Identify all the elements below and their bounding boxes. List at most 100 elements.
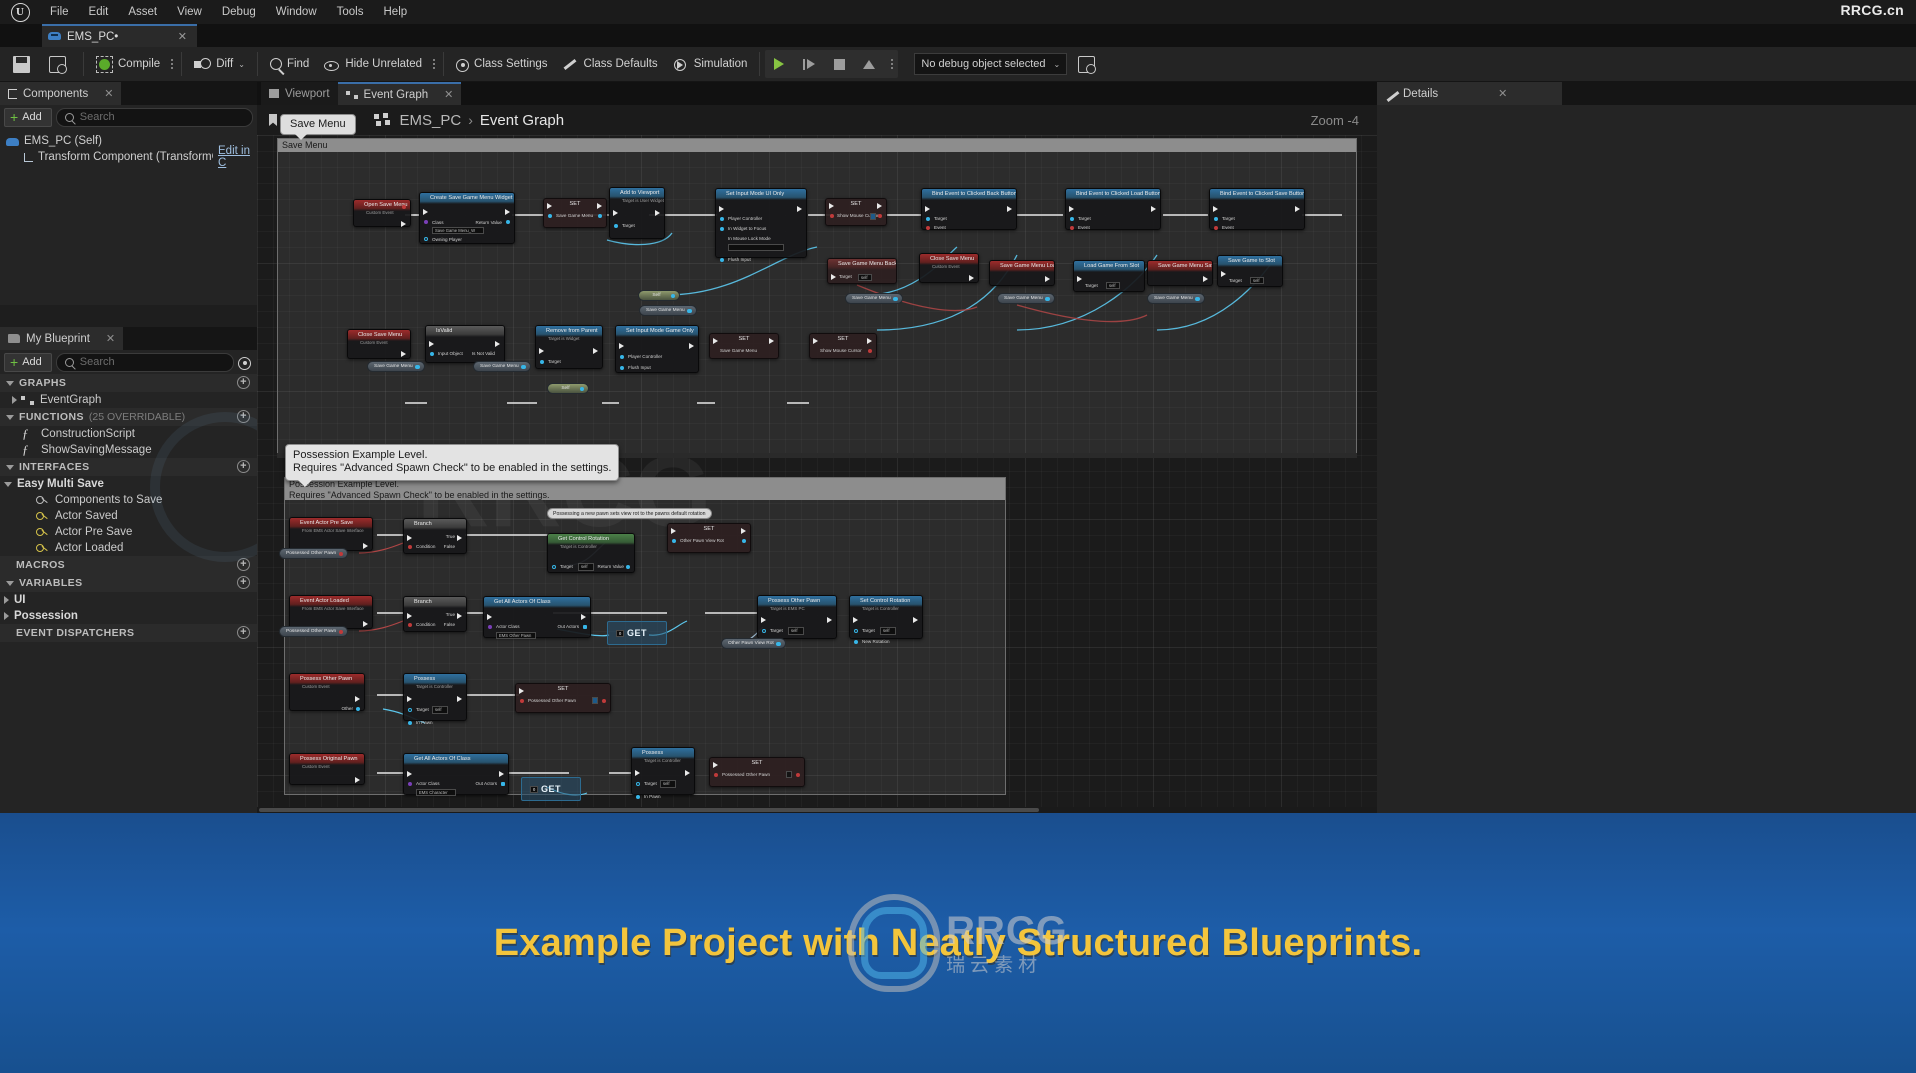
exec-out-pin[interactable] (797, 206, 802, 212)
add-macro-button[interactable]: + (237, 558, 250, 571)
exec-out-pin[interactable] (363, 543, 368, 549)
class-pin-dot[interactable] (424, 220, 429, 225)
node-possess-other-pawn[interactable]: Possess Other Pawn Target is EMS PC Targ… (757, 595, 837, 645)
variable-pill-save-game-menu[interactable]: Save Game Menu (1147, 293, 1205, 304)
exec-out-pin[interactable] (1295, 206, 1300, 212)
exec-out-pin[interactable] (1007, 206, 1012, 212)
node-set-control-rotation[interactable]: Set Control Rotation Target is Controlle… (849, 595, 923, 645)
value-out-pin-dot[interactable] (741, 539, 746, 544)
close-icon[interactable]: ✕ (106, 332, 115, 345)
pill-pin-dot[interactable] (338, 630, 344, 635)
node-get-all-actors-of-class-1[interactable]: Get All Actors Of Class Actor Class EMS … (483, 596, 591, 639)
graph-annotation-possessing-pawn[interactable]: Possessing a new pawn sets view rot to t… (547, 508, 712, 519)
step-button[interactable] (797, 50, 827, 78)
variable-pill-save-game-menu[interactable]: Save Game Menu (997, 293, 1055, 304)
node-close-save-menu-2[interactable]: Close Save Menu Custom Event (347, 329, 411, 359)
components-add-button[interactable]: + Add (4, 107, 52, 127)
variable-pill-other-pawn-view-rot[interactable]: Other Pawn View Rot (721, 638, 786, 649)
debug-browse-button[interactable] (1071, 50, 1107, 78)
mouse-lock-mode-value[interactable] (728, 244, 784, 251)
exec-out-pin[interactable] (1203, 276, 1208, 282)
exec-out-pin[interactable] (457, 696, 462, 702)
target-pin-dot[interactable] (1214, 217, 1219, 222)
target-value[interactable]: self (1106, 282, 1120, 289)
bool-checkbox[interactable] (870, 213, 876, 220)
exec-out-pin[interactable] (867, 338, 872, 344)
target-pin-dot[interactable] (614, 224, 619, 229)
node-possess-1[interactable]: Possess Target is Controller Target self… (403, 673, 467, 726)
exec-in-pin[interactable] (829, 203, 834, 209)
return-value-pin-dot[interactable] (625, 565, 630, 570)
node-save-game-to-slot[interactable]: Save Game to Slot Target self (1217, 255, 1283, 287)
tab-components[interactable]: Components ✕ (0, 82, 122, 105)
exec-in-pin[interactable] (1213, 206, 1218, 212)
menu-asset[interactable]: Asset (118, 0, 167, 24)
actor-class-value[interactable]: EMS Other Pawn (496, 632, 536, 639)
pill-pin-dot[interactable] (579, 387, 584, 392)
node-set-possessed-other-pawn-1[interactable]: SET Possessed Other Pawn (515, 683, 611, 713)
variable-pill-save-game-menu[interactable]: Save Game Menu (639, 305, 697, 316)
node-branch-2[interactable]: Branch True Condition False (403, 596, 467, 632)
exec-out-pin[interactable] (355, 777, 360, 783)
close-icon[interactable]: ✕ (1498, 87, 1507, 100)
exec-out-pin[interactable] (581, 614, 586, 620)
exec-in-pin[interactable] (813, 338, 818, 344)
hide-unrelated-options-button[interactable] (429, 51, 438, 77)
in-widget-pin-dot[interactable] (720, 227, 725, 232)
value-in-pin-dot[interactable] (548, 214, 553, 219)
variable-pill-save-game-menu[interactable]: Save Game Menu (845, 293, 903, 304)
close-icon[interactable]: ✕ (104, 87, 113, 100)
other-pin-dot[interactable] (355, 707, 360, 712)
pill-pin-dot[interactable] (687, 309, 692, 314)
pill-pin-dot[interactable] (776, 642, 781, 647)
target-value[interactable]: self (432, 706, 448, 714)
bool-checkbox[interactable] (786, 771, 792, 778)
exec-out-pin[interactable] (655, 210, 660, 216)
menu-file[interactable]: File (40, 0, 79, 24)
node-event-actor-loaded[interactable]: Event Actor Loaded From EMS Actor Save I… (289, 595, 373, 629)
value-out-pin-dot[interactable] (597, 214, 602, 219)
node-save-game-menu-back[interactable]: Save Game Menu Back Target self (827, 258, 897, 284)
asset-tab-ems-pc[interactable]: EMS_PC• ✕ (42, 24, 197, 47)
node-create-save-game-menu-widget[interactable]: Create Save Game Menu Widget Class Save … (419, 192, 515, 244)
actor-class-pin-dot[interactable] (488, 625, 493, 630)
node-get-all-actors-of-class-2[interactable]: Get All Actors Of Class Actor Class EMS … (403, 753, 509, 796)
exec-in-pin[interactable] (1077, 276, 1082, 282)
variable-pill-save-game-menu[interactable]: Save Game Menu (367, 361, 425, 372)
hide-unrelated-button[interactable]: Hide Unrelated (316, 50, 429, 78)
target-pin-dot[interactable] (408, 708, 413, 713)
target-pin-dot[interactable] (636, 782, 641, 787)
exec-out-pin[interactable] (355, 696, 360, 702)
node-set-save-game-menu-2[interactable]: SET Save Game Menu (709, 333, 779, 359)
unreal-engine-logo-icon[interactable]: U (0, 0, 40, 24)
menu-window[interactable]: Window (266, 0, 327, 24)
close-icon[interactable]: ✕ (444, 88, 453, 101)
exec-out-pin[interactable] (1151, 206, 1156, 212)
node-set-show-mouse-cursor[interactable]: SET Show Mouse Cursor (825, 198, 887, 226)
exec-in-pin[interactable] (407, 535, 412, 541)
compile-options-button[interactable] (167, 51, 176, 77)
play-button[interactable] (767, 50, 797, 78)
actor-class-value[interactable]: EMS Character (416, 789, 456, 796)
exec-in-pin[interactable] (671, 528, 676, 534)
node-set-save-game-menu[interactable]: SET Save Game Menu (543, 198, 607, 228)
event-pin-dot[interactable] (1070, 226, 1075, 231)
target-pin-dot[interactable] (552, 565, 557, 570)
return-value-pin-dot[interactable] (505, 220, 510, 225)
exec-in-pin[interactable] (713, 338, 718, 344)
exec-out-pin[interactable] (363, 621, 368, 627)
variable-pill-self[interactable]: Self (547, 383, 589, 394)
exec-out-pin[interactable] (499, 771, 504, 777)
target-pin-dot[interactable] (854, 629, 859, 634)
exec-out-pin[interactable] (769, 338, 774, 344)
variable-pill-save-game-menu[interactable]: Save Game Menu (473, 361, 531, 372)
compile-button[interactable]: Compile (89, 50, 167, 78)
sidebar-group-easy-multi-save[interactable]: Easy Multi Save (0, 476, 257, 492)
breadcrumb-root[interactable]: EMS_PC (400, 112, 462, 129)
section-variables[interactable]: VARIABLES + (0, 574, 257, 592)
exec-in-pin[interactable] (547, 203, 552, 209)
node-add-to-viewport[interactable]: Add to Viewport Target is User Widget Ta… (609, 187, 665, 239)
exec-out-pin[interactable] (1045, 276, 1050, 282)
exec-in-pin[interactable] (407, 613, 412, 619)
target-value[interactable]: self (1250, 277, 1264, 284)
